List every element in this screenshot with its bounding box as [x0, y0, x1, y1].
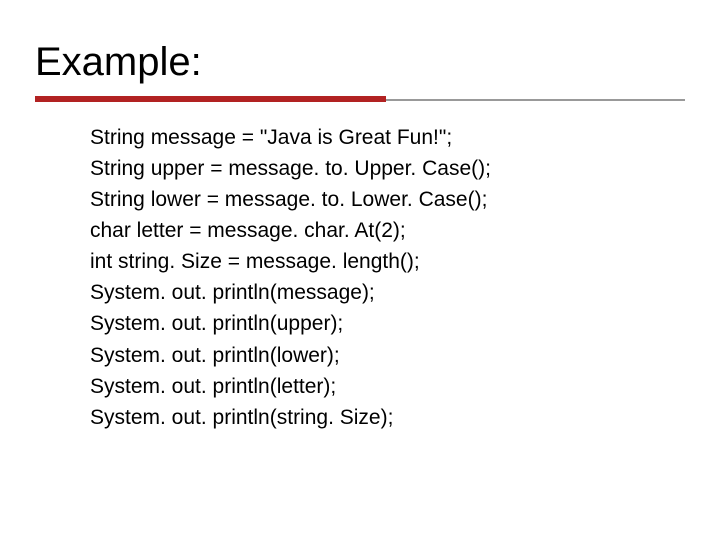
code-line-10: System. out. println(string. Size); [90, 402, 685, 433]
slide-heading: Example: [35, 40, 685, 84]
code-line-5: int string. Size = message. length(); [90, 246, 685, 277]
code-block: String message = "Java is Great Fun!"; S… [90, 122, 685, 433]
underline-red-line [35, 96, 386, 102]
code-line-1: String message = "Java is Great Fun!"; [90, 122, 685, 153]
heading-underline [35, 96, 685, 102]
code-line-6: System. out. println(message); [90, 277, 685, 308]
code-line-3: String lower = message. to. Lower. Case(… [90, 184, 685, 215]
code-line-9: System. out. println(letter); [90, 371, 685, 402]
code-line-8: System. out. println(lower); [90, 340, 685, 371]
code-line-2: String upper = message. to. Upper. Case(… [90, 153, 685, 184]
code-line-4: char letter = message. char. At(2); [90, 215, 685, 246]
code-line-7: System. out. println(upper); [90, 308, 685, 339]
